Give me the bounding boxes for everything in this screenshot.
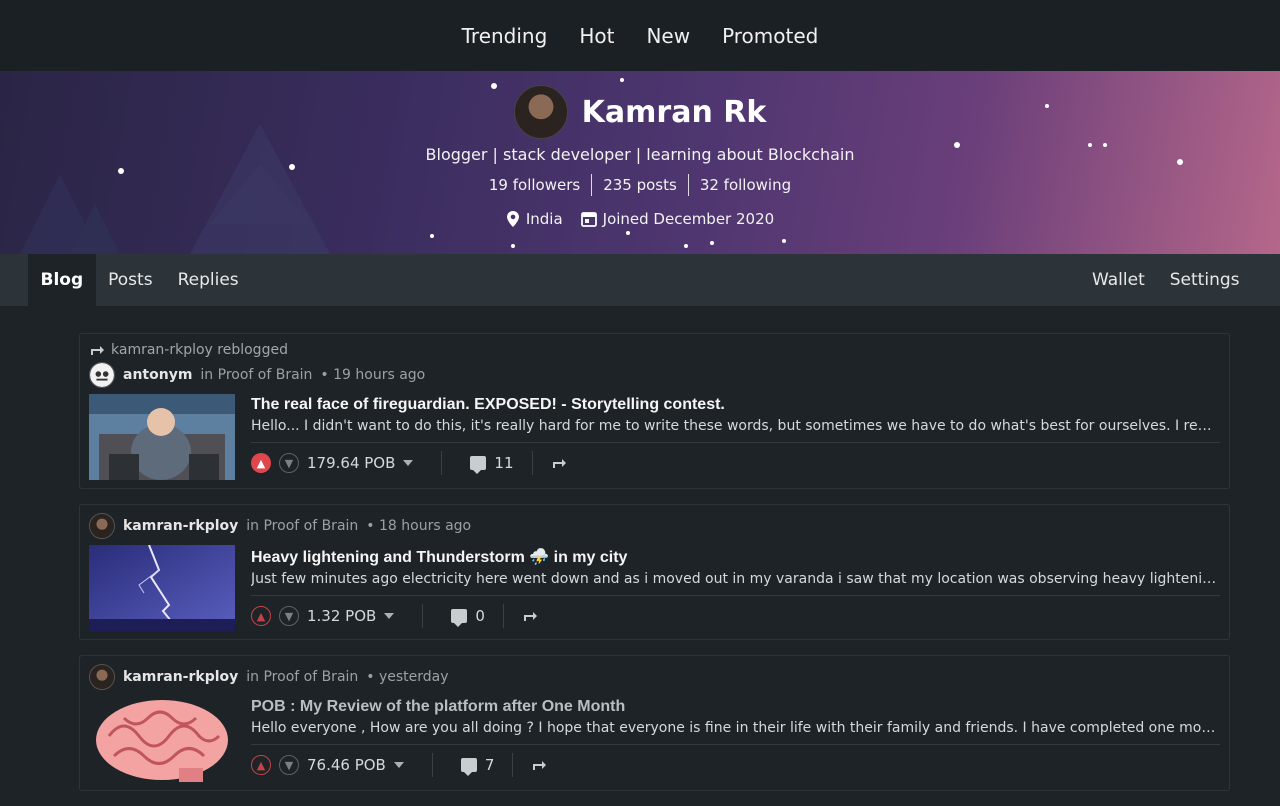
payout-value: 76.46 POB xyxy=(307,756,386,774)
post-feed: kamran-rkploy reblogged antonym in Proof… xyxy=(79,333,1230,806)
payout[interactable]: 76.46 POB xyxy=(307,753,433,777)
post-time: • 18 hours ago xyxy=(366,518,472,534)
post-excerpt[interactable]: Hello everyone , How are you all doing ?… xyxy=(251,720,1220,736)
post-excerpt[interactable]: Just few minutes ago electricity here we… xyxy=(251,571,1220,587)
location-pin-icon xyxy=(506,211,519,227)
posts-count: 235 posts xyxy=(592,174,689,196)
post-community[interactable]: in Proof of Brain xyxy=(246,669,358,685)
comment-icon xyxy=(451,609,468,627)
post-card: kamran-rkploy reblogged antonym in Proof… xyxy=(79,333,1230,489)
downvote-button[interactable]: ▼ xyxy=(279,453,299,473)
wallet-link[interactable]: Wallet xyxy=(1080,254,1158,306)
brain-illustration[interactable] xyxy=(89,696,235,782)
chevron-down-icon xyxy=(393,762,404,768)
nav-promoted[interactable]: Promoted xyxy=(722,24,818,48)
top-nav: Trending Hot New Promoted xyxy=(0,0,1280,71)
profile-subnav: Blog Posts Replies Wallet Settings xyxy=(0,254,1280,306)
joined-text: Joined December 2020 xyxy=(602,210,775,228)
profile-hero: Kamran Rk Blogger | stack developer | le… xyxy=(0,71,1280,254)
profile-avatar[interactable] xyxy=(513,85,568,139)
payout-value: 1.32 POB xyxy=(307,607,377,625)
comment-count: 0 xyxy=(475,607,485,625)
comment-icon xyxy=(460,758,477,776)
post-community[interactable]: in Proof of Brain xyxy=(200,367,312,383)
comment-count: 7 xyxy=(484,756,495,774)
comments-link[interactable]: 11 xyxy=(470,451,533,475)
comments-link[interactable]: 7 xyxy=(460,753,514,777)
post-title[interactable]: Heavy lightening and Thunderstorm ⛈️ in … xyxy=(251,547,1220,567)
author-avatar[interactable] xyxy=(89,664,115,690)
nav-trending[interactable]: Trending xyxy=(462,24,548,48)
reblog-icon[interactable] xyxy=(522,610,538,622)
post-actions: ▲ ▼ 76.46 POB 7 xyxy=(251,744,1220,778)
star xyxy=(626,231,630,235)
profile-stats: 19 followers 235 posts 32 following xyxy=(0,174,1280,196)
tab-replies[interactable]: Replies xyxy=(165,254,251,306)
comment-count: 11 xyxy=(494,454,514,472)
nav-new[interactable]: New xyxy=(646,24,690,48)
author-avatar[interactable] xyxy=(89,513,115,539)
tab-blog[interactable]: Blog xyxy=(28,254,96,306)
profile-name: Kamran Rk xyxy=(581,94,767,130)
post-time: • yesterday xyxy=(366,669,449,685)
joined-date: Joined December 2020 xyxy=(580,210,775,228)
profile-meta: India Joined December 2020 xyxy=(0,210,1280,228)
comment-icon xyxy=(470,456,487,474)
author-name[interactable]: kamran-rkploy xyxy=(123,669,238,685)
reblog-icon[interactable] xyxy=(531,759,547,771)
upvote-button[interactable]: ▲ xyxy=(251,606,271,626)
reblog-indicator: kamran-rkploy reblogged xyxy=(89,340,1220,360)
downvote-button[interactable]: ▼ xyxy=(279,606,299,626)
post-actions: ▲ ▼ 1.32 POB 0 xyxy=(251,595,1220,629)
post-time: • 19 hours ago xyxy=(320,367,426,383)
post-title[interactable]: POB : My Review of the platform after On… xyxy=(251,698,1220,716)
location-text: India xyxy=(525,210,563,228)
upvote-button[interactable]: ▲ xyxy=(251,453,271,473)
star xyxy=(684,244,688,248)
star xyxy=(430,234,434,238)
star xyxy=(710,241,714,245)
post-excerpt[interactable]: Hello... I didn't want to do this, it's … xyxy=(251,418,1220,434)
settings-link[interactable]: Settings xyxy=(1157,254,1252,306)
post-author-row: antonym in Proof of Brain • 19 hours ago xyxy=(89,360,1220,390)
comments-link[interactable]: 0 xyxy=(451,604,504,628)
downvote-button[interactable]: ▼ xyxy=(279,755,299,775)
upvote-button[interactable]: ▲ xyxy=(251,755,271,775)
post-thumbnail[interactable] xyxy=(89,545,235,631)
followers-count[interactable]: 19 followers xyxy=(478,174,593,196)
profile-bio: Blogger | stack developer | learning abo… xyxy=(425,145,855,164)
payout-value: 179.64 POB xyxy=(307,454,396,472)
star xyxy=(511,244,515,248)
post-author-row: kamran-rkploy in Proof of Brain • yester… xyxy=(89,662,1220,692)
star xyxy=(782,239,786,243)
author-name[interactable]: kamran-rkploy xyxy=(123,518,238,534)
profile-info: Kamran Rk Blogger | stack developer | le… xyxy=(0,71,1280,228)
post-actions: ▲ ▼ 179.64 POB 11 xyxy=(251,442,1220,476)
author-name[interactable]: antonym xyxy=(123,367,192,383)
payout[interactable]: 179.64 POB xyxy=(307,451,443,475)
post-title[interactable]: The real face of fireguardian. EXPOSED! … xyxy=(251,396,1220,414)
post-author-row: kamran-rkploy in Proof of Brain • 18 hou… xyxy=(89,511,1220,541)
following-count[interactable]: 32 following xyxy=(689,174,802,196)
post-card: kamran-rkploy in Proof of Brain • yester… xyxy=(79,655,1230,791)
reblog-icon[interactable] xyxy=(551,457,567,469)
reblog-text: kamran-rkploy reblogged xyxy=(111,342,288,358)
post-card: kamran-rkploy in Proof of Brain • 18 hou… xyxy=(79,504,1230,640)
post-thumbnail[interactable] xyxy=(89,394,235,480)
chevron-down-icon xyxy=(403,460,414,466)
reblog-icon xyxy=(91,346,104,355)
nav-hot[interactable]: Hot xyxy=(579,24,614,48)
payout[interactable]: 1.32 POB xyxy=(307,604,424,628)
chevron-down-icon xyxy=(384,613,395,619)
post-community[interactable]: in Proof of Brain xyxy=(246,518,358,534)
location: India xyxy=(506,210,563,228)
tab-posts[interactable]: Posts xyxy=(96,254,165,306)
calendar-icon xyxy=(580,212,597,227)
author-avatar[interactable] xyxy=(89,362,115,388)
